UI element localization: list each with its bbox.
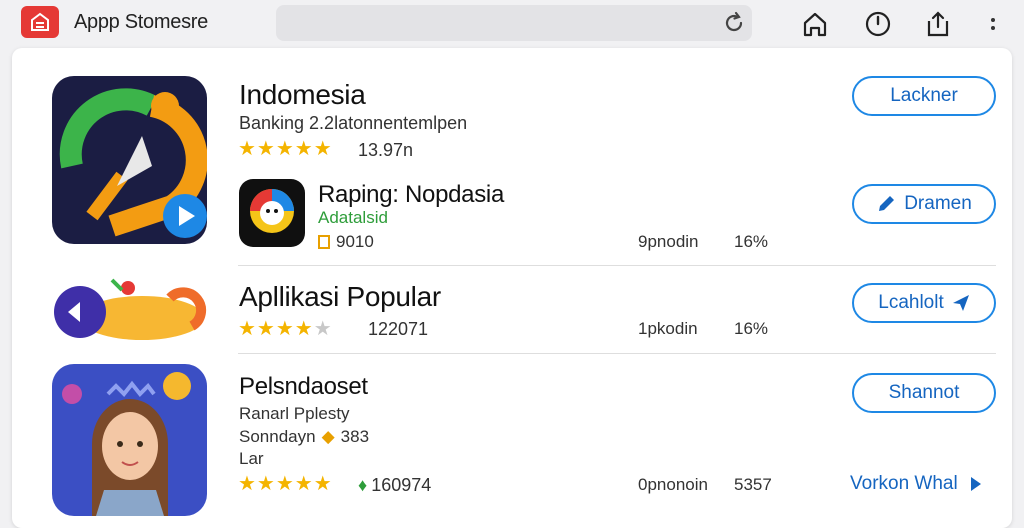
app-line-3: Lar (239, 449, 264, 468)
bookmark-icon[interactable] (801, 10, 829, 38)
share-icon[interactable] (924, 10, 952, 38)
store-logo-icon[interactable] (21, 6, 59, 38)
app-line-2: Sonndayn ◆ 383 (239, 427, 369, 447)
meta-size-group: 9010 (318, 232, 374, 252)
app-line-1: Ranarl Pplesty (239, 404, 350, 423)
app-subtitle: Banking 2.2latonnentemlpen (239, 113, 468, 133)
rating-group: ♦ 160974 (358, 475, 431, 496)
meta-downloads: 1pkodin (638, 319, 698, 338)
reload-icon[interactable] (722, 11, 746, 35)
divider (238, 265, 996, 266)
action-button-4-label: Shannot (888, 382, 960, 403)
action-button-1[interactable]: Lackner (852, 76, 996, 116)
app-line-2-num: 383 (340, 427, 370, 446)
app-icon-pelsndaoset[interactable] (52, 364, 207, 516)
play-arrow-icon (970, 477, 981, 491)
pencil-icon (879, 196, 895, 211)
app-icon-popular[interactable] (52, 268, 207, 348)
meta-percent: 16% (734, 232, 769, 251)
developer-name[interactable]: Adatalsid (318, 208, 388, 228)
star-rating: ★★★★★ (238, 473, 333, 495)
coin-icon: ◆ (321, 427, 335, 446)
leaf-icon: ♦ (358, 475, 368, 495)
app-title-indomesia[interactable]: Indomesia (239, 79, 366, 111)
star-rating: ★★★★★ (238, 138, 333, 160)
rating-count: 122071 (368, 319, 429, 339)
action-button-1-label: Lackner (890, 85, 958, 106)
package-icon (318, 235, 330, 249)
app-line-2-text: Sonndayn (239, 427, 316, 446)
star-rating: ★★★★★ (238, 318, 333, 340)
meta-downloads: 9pnodin (638, 232, 699, 251)
rating-count: 13.97n (358, 140, 414, 160)
app-icon-nopdasia[interactable] (239, 179, 305, 247)
app-icon-indomesia[interactable] (52, 76, 207, 244)
more-menu-icon[interactable] (984, 10, 1012, 38)
send-icon (952, 295, 969, 311)
action-button-2-label: Dramen (904, 193, 972, 214)
meta-size: 9010 (336, 232, 374, 251)
action-button-3[interactable]: Lcahlolt (852, 283, 996, 323)
view-more-label: Vorkon Whal (850, 473, 958, 494)
action-button-2[interactable]: Dramen (852, 184, 996, 224)
app-title: Appp Stomesre (74, 11, 208, 33)
meta-percent: 16% (734, 319, 769, 338)
app-title-pelsndaoset[interactable]: Pelsndaoset (239, 373, 368, 401)
app-title-popular[interactable]: Apllikasi Popular (239, 281, 441, 313)
app-list-card: Indomesia Banking 2.2latonnentemlpen ★★★… (12, 48, 1012, 528)
top-bar: Appp Stomesre (0, 0, 1024, 48)
view-more-link[interactable]: Vorkon Whal (850, 473, 982, 495)
action-button-4[interactable]: Shannot (852, 373, 996, 413)
rating-count: 160974 (371, 475, 432, 495)
meta-downloads: 0pnonoin (638, 475, 708, 494)
action-button-3-label: Lcahlolt (878, 292, 944, 313)
clock-icon[interactable] (864, 10, 892, 38)
search-bar[interactable] (276, 5, 752, 41)
meta-percent: 5357 (734, 475, 772, 494)
app-title-nopdasia[interactable]: Raping: Nopdasia (318, 181, 504, 209)
divider (238, 353, 996, 354)
